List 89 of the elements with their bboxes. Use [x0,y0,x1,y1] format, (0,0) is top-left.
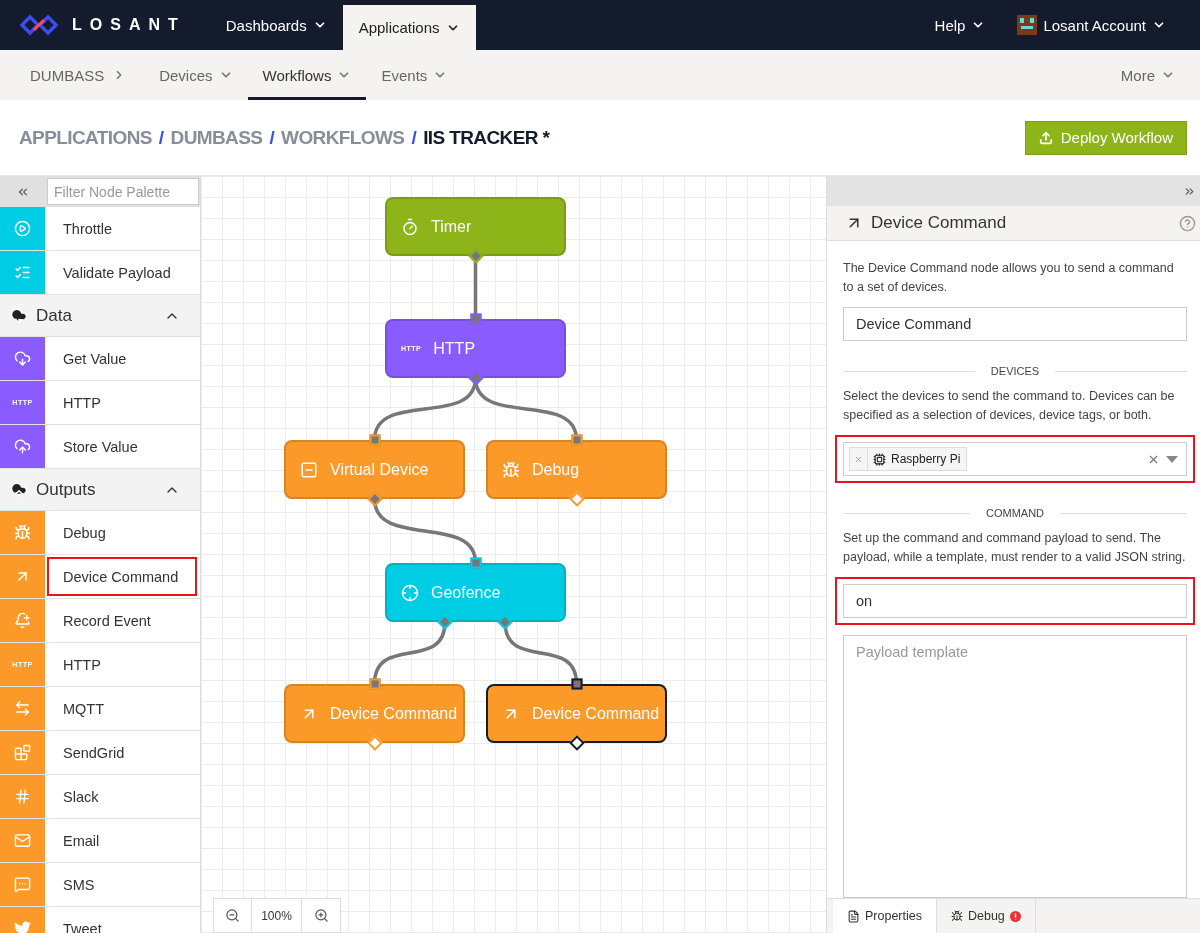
bug-icon [951,910,963,922]
section-heading: DEVICES [990,365,1040,377]
cloud-upload-icon [14,438,31,455]
breadcrumb-separator: / [269,126,275,149]
node-description: The Device Command node allows you to send a command to a set of devices. [843,260,1175,296]
filter-field[interactable]: Filter Node Palette [47,178,199,205]
cloud-download-icon [14,350,31,367]
account-menu[interactable]: Losant Account [1001,0,1182,50]
hash-icon [14,788,31,805]
node-label: Device Command [330,704,458,723]
command-help-text: Set up the command and command payload to send. The payload, while a template, must render to a valid JSON string. [843,530,1187,566]
palette-item[interactable]: HTTP [47,645,197,684]
bell-icon [14,612,31,629]
palette-item[interactable]: Email [47,821,197,860]
command-field[interactable]: on [843,584,1187,618]
cloud-upload-icon [10,480,28,499]
zoom-out-icon [225,908,240,923]
breadcrumb-link[interactable]: IIS TRACKER * [423,126,550,149]
node-label: Virtual Device [330,460,429,479]
input-port[interactable] [470,557,481,569]
panel-tab[interactable]: Properties [833,899,937,933]
chip-icon [873,452,886,466]
help-menu[interactable]: Help [918,0,1002,50]
help-icon[interactable] [1179,214,1196,232]
panel-title: Device Command [871,213,1008,233]
palette-item[interactable]: Get Value [47,339,197,378]
subnav-tab[interactable]: Devices [144,50,248,100]
bug-icon [14,524,31,541]
more-menu[interactable]: More [1105,50,1190,100]
palette-item[interactable]: Device Command [47,557,197,596]
remove-icon[interactable] [854,454,863,464]
document-icon [847,909,860,923]
crosshair-icon [401,583,419,602]
logo-icon [20,14,58,36]
blocks-icon [14,744,31,761]
palette-item[interactable]: Validate Payload [47,253,197,292]
input-port[interactable] [470,313,481,325]
breadcrumb-separator: / [411,126,417,149]
group-title: Data [36,305,73,326]
payload-field[interactable]: Payload template [843,635,1187,898]
minus-square-icon [300,460,318,479]
chat-icon [14,876,31,893]
nav-menu[interactable]: Applications [342,5,476,50]
logo-text: LOSANT [72,16,186,34]
bird-icon [14,920,31,933]
cloud-download-icon [10,306,28,325]
palette-group-header[interactable]: Data [0,295,200,337]
subnav-tab[interactable]: Events [366,50,463,100]
palette-group-header[interactable]: Outputs [0,469,200,511]
input-port[interactable] [571,434,582,446]
subnav-tab[interactable]: Workflows [247,50,367,100]
device-tag: Raspberry Pi [849,447,968,471]
avatar-icon [1017,15,1038,35]
node-label: Timer [431,217,472,236]
app-link[interactable]: DUMBASS [30,50,127,100]
breadcrumb-separator: / [158,126,164,149]
palette-item[interactable]: SendGrid [47,733,197,772]
palette-item[interactable]: Slack [47,777,197,816]
bug-icon [502,460,520,479]
devices-help-text: Select the devices to send the command to. Devices can be specified as a selection of devices, device tags, or both. [843,388,1176,424]
upload-icon [1038,130,1053,145]
palette-item[interactable]: Debug [47,513,197,552]
input-port[interactable] [369,678,380,690]
node-label: Device Command [532,704,660,723]
caret-icon[interactable] [1166,455,1178,463]
palette-item[interactable]: Throttle [47,209,197,248]
name-field[interactable]: Device Command [843,307,1187,341]
palette-item[interactable]: Tweet [47,909,197,933]
devices-select[interactable]: Raspberry Pi [843,442,1187,476]
zoom-in-icon [313,908,329,923]
arrows-icon [14,700,31,717]
nav-menu[interactable]: Dashboards [209,0,343,50]
node-label: HTTP [433,339,476,358]
node-label: Geofence [431,583,501,602]
checklist-icon [14,264,31,281]
node-label: Debug [532,460,580,479]
palette-item[interactable]: HTTP [47,383,197,422]
palette-item[interactable]: MQTT [47,689,197,728]
group-title: Outputs [36,479,97,500]
stopwatch-icon [401,217,419,236]
palette-item[interactable]: SMS [47,865,197,904]
play-circle-icon [14,220,31,237]
panel-tab[interactable]: Debug [937,899,1036,933]
palette-item[interactable]: Record Event [47,601,197,640]
section-heading: COMMAND [985,507,1045,519]
input-port[interactable] [571,678,582,690]
palette-item[interactable]: Store Value [47,427,197,466]
input-port[interactable] [369,434,380,446]
envelope-icon [14,832,31,849]
